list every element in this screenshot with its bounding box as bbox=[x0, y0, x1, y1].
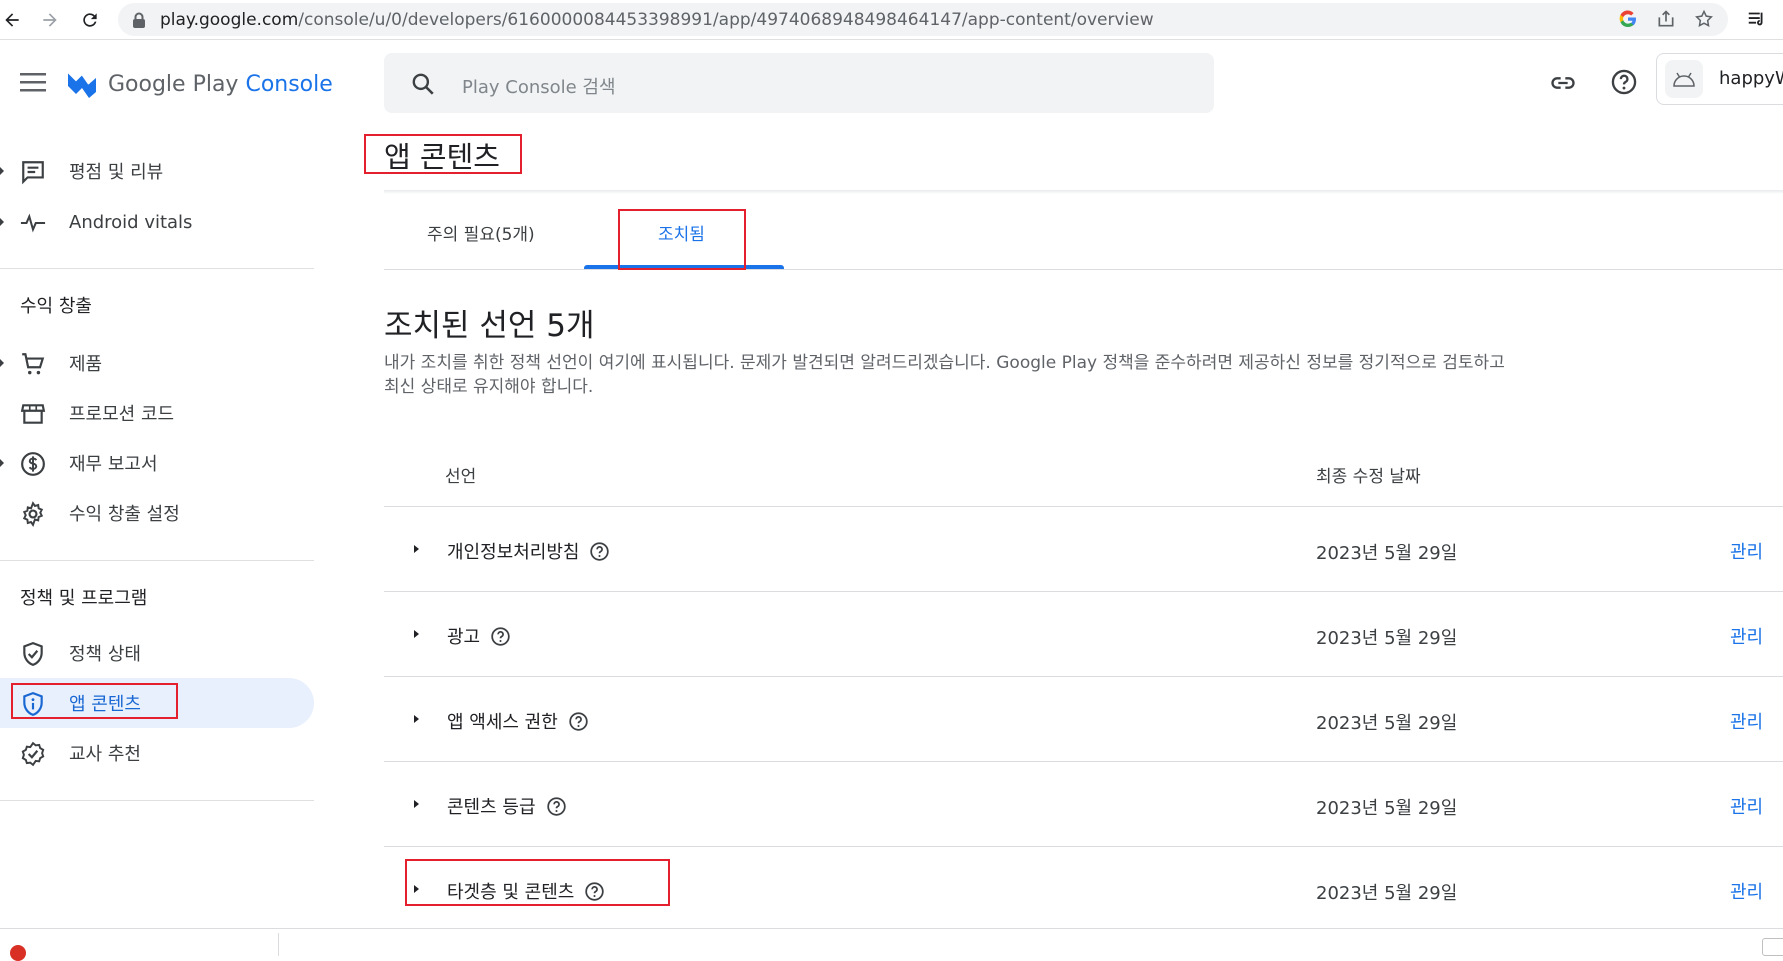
declaration-name: 앱 액세스 권한 bbox=[447, 712, 558, 733]
expand-row-icon[interactable] bbox=[414, 630, 419, 638]
sidebar-item-android-vitals[interactable]: Android vitals bbox=[0, 197, 314, 247]
section-title-policy: 정책 및 프로그램 bbox=[20, 588, 148, 609]
help-icon[interactable] bbox=[589, 541, 610, 562]
google-icon[interactable] bbox=[1618, 9, 1638, 33]
help-icon[interactable] bbox=[546, 796, 567, 817]
sidebar-divider bbox=[0, 268, 314, 269]
table-row[interactable]: 콘텐츠 등급 2023년 5월 29일 관리 bbox=[384, 761, 1783, 846]
sidebar-item-label: 수익 창출 설정 bbox=[69, 504, 180, 525]
sidebar-item-reviews[interactable]: 평점 및 리뷰 bbox=[0, 146, 314, 196]
help-icon[interactable] bbox=[1610, 68, 1638, 100]
star-icon[interactable] bbox=[1694, 9, 1714, 33]
highlight-box-page-title bbox=[364, 134, 522, 174]
sidebar-item-promo-codes[interactable]: 프로모션 코드 bbox=[0, 388, 314, 438]
last-updated-date: 2023년 5월 29일 bbox=[1316, 628, 1458, 649]
sidebar-item-products[interactable]: 제품 bbox=[0, 338, 314, 388]
reload-icon[interactable] bbox=[78, 8, 102, 32]
manage-link[interactable]: 관리 bbox=[1730, 793, 1763, 819]
playlist-icon[interactable] bbox=[1746, 8, 1768, 34]
declaration-name: 개인정보처리방침 bbox=[447, 542, 580, 563]
help-icon[interactable] bbox=[490, 626, 511, 647]
shield-check-icon bbox=[20, 641, 46, 667]
highlight-box-sidebar bbox=[11, 683, 178, 719]
notification-dot-icon bbox=[10, 945, 26, 961]
sidebar-item-label: 정책 상태 bbox=[69, 644, 141, 665]
vitals-icon bbox=[20, 210, 46, 236]
expand-row-icon[interactable] bbox=[414, 545, 419, 553]
manage-link[interactable]: 관리 bbox=[1730, 538, 1763, 564]
highlight-box-tab bbox=[618, 209, 746, 270]
checkbox-icon[interactable] bbox=[1762, 938, 1783, 956]
browser-toolbar: play.google.com/console/u/0/developers/6… bbox=[0, 0, 1783, 40]
share-icon[interactable] bbox=[1656, 9, 1676, 33]
section-heading: 조치된 선언 5개 bbox=[384, 308, 595, 344]
search-icon bbox=[410, 71, 436, 101]
sidebar-item-label: Android vitals bbox=[69, 211, 193, 233]
bottom-bar bbox=[0, 928, 1783, 961]
manage-link[interactable]: 관리 bbox=[1730, 623, 1763, 649]
column-header-last-updated[interactable]: 최종 수정 날짜 bbox=[1316, 462, 1421, 487]
badge-icon bbox=[20, 741, 46, 767]
lock-icon bbox=[132, 12, 146, 32]
bottom-bar-separator bbox=[278, 933, 279, 956]
sidebar-divider bbox=[0, 560, 314, 561]
sidebar-item-financial-reports[interactable]: 재무 보고서 bbox=[0, 438, 314, 488]
android-app-icon bbox=[1665, 60, 1703, 98]
tabs-divider bbox=[384, 269, 1783, 270]
sidebar-item-label: 교사 추천 bbox=[69, 744, 141, 765]
expand-caret-icon[interactable] bbox=[0, 167, 4, 175]
sidebar-item-policy-status[interactable]: 정책 상태 bbox=[0, 628, 314, 678]
section-title-monetization: 수익 창출 bbox=[20, 296, 92, 317]
expand-caret-icon[interactable] bbox=[0, 459, 4, 467]
expand-row-icon[interactable] bbox=[414, 715, 419, 723]
last-updated-date: 2023년 5월 29일 bbox=[1316, 713, 1458, 734]
table-row[interactable]: 개인정보처리방침 2023년 5월 29일 관리 bbox=[384, 506, 1783, 591]
account-selector[interactable]: happyW bbox=[1656, 53, 1783, 105]
sidebar-item-label: 평점 및 리뷰 bbox=[69, 162, 164, 183]
sidebar-item-teacher-approved[interactable]: 교사 추천 bbox=[0, 728, 314, 778]
store-icon bbox=[20, 401, 46, 427]
dollar-icon bbox=[20, 451, 46, 477]
manage-link[interactable]: 관리 bbox=[1730, 708, 1763, 734]
url-text: play.google.com/console/u/0/developers/6… bbox=[160, 10, 1154, 30]
menu-icon[interactable] bbox=[20, 72, 46, 96]
highlight-box-row bbox=[405, 859, 670, 906]
sidebar-item-label: 재무 보고서 bbox=[69, 454, 158, 475]
forward-icon[interactable] bbox=[38, 8, 62, 32]
last-updated-date: 2023년 5월 29일 bbox=[1316, 543, 1458, 564]
last-updated-date: 2023년 5월 29일 bbox=[1316, 883, 1458, 904]
expand-caret-icon[interactable] bbox=[0, 218, 4, 226]
column-header-declaration[interactable]: 선언 bbox=[445, 462, 476, 487]
search-bar[interactable]: Play Console 검색 bbox=[384, 53, 1214, 113]
expand-caret-icon[interactable] bbox=[0, 359, 4, 367]
tab-needs-attention[interactable]: 주의 필요(5개) bbox=[427, 220, 535, 245]
gear-icon bbox=[20, 501, 46, 527]
play-console-logo-icon bbox=[66, 66, 98, 102]
reviews-icon bbox=[20, 159, 46, 185]
sidebar-item-label: 프로모션 코드 bbox=[69, 404, 175, 425]
section-description: 내가 조치를 취한 정책 선언이 여기에 표시됩니다. 문제가 발견되면 알려드… bbox=[384, 353, 1505, 397]
last-updated-date: 2023년 5월 29일 bbox=[1316, 798, 1458, 819]
link-icon[interactable] bbox=[1549, 69, 1577, 101]
manage-link[interactable]: 관리 bbox=[1730, 878, 1763, 904]
sidebar-item-label: 제품 bbox=[69, 354, 103, 375]
expand-row-icon[interactable] bbox=[414, 800, 419, 808]
cart-icon bbox=[20, 351, 46, 377]
account-name: happyW bbox=[1719, 68, 1783, 89]
search-input[interactable]: Play Console 검색 bbox=[462, 73, 616, 99]
table-row[interactable]: 앱 액세스 권한 2023년 5월 29일 관리 bbox=[384, 676, 1783, 761]
play-console-logo[interactable]: Google Play Console bbox=[66, 66, 333, 102]
help-icon[interactable] bbox=[568, 711, 589, 732]
declaration-name: 콘텐츠 등급 bbox=[447, 797, 536, 818]
sidebar-divider bbox=[0, 800, 314, 801]
address-bar[interactable]: play.google.com/console/u/0/developers/6… bbox=[118, 3, 1728, 36]
declaration-name: 광고 bbox=[447, 627, 481, 648]
back-icon[interactable] bbox=[0, 8, 24, 32]
sidebar-item-monetization-settings[interactable]: 수익 창출 설정 bbox=[0, 488, 314, 538]
table-row[interactable]: 광고 2023년 5월 29일 관리 bbox=[384, 591, 1783, 676]
title-divider bbox=[384, 190, 1783, 194]
